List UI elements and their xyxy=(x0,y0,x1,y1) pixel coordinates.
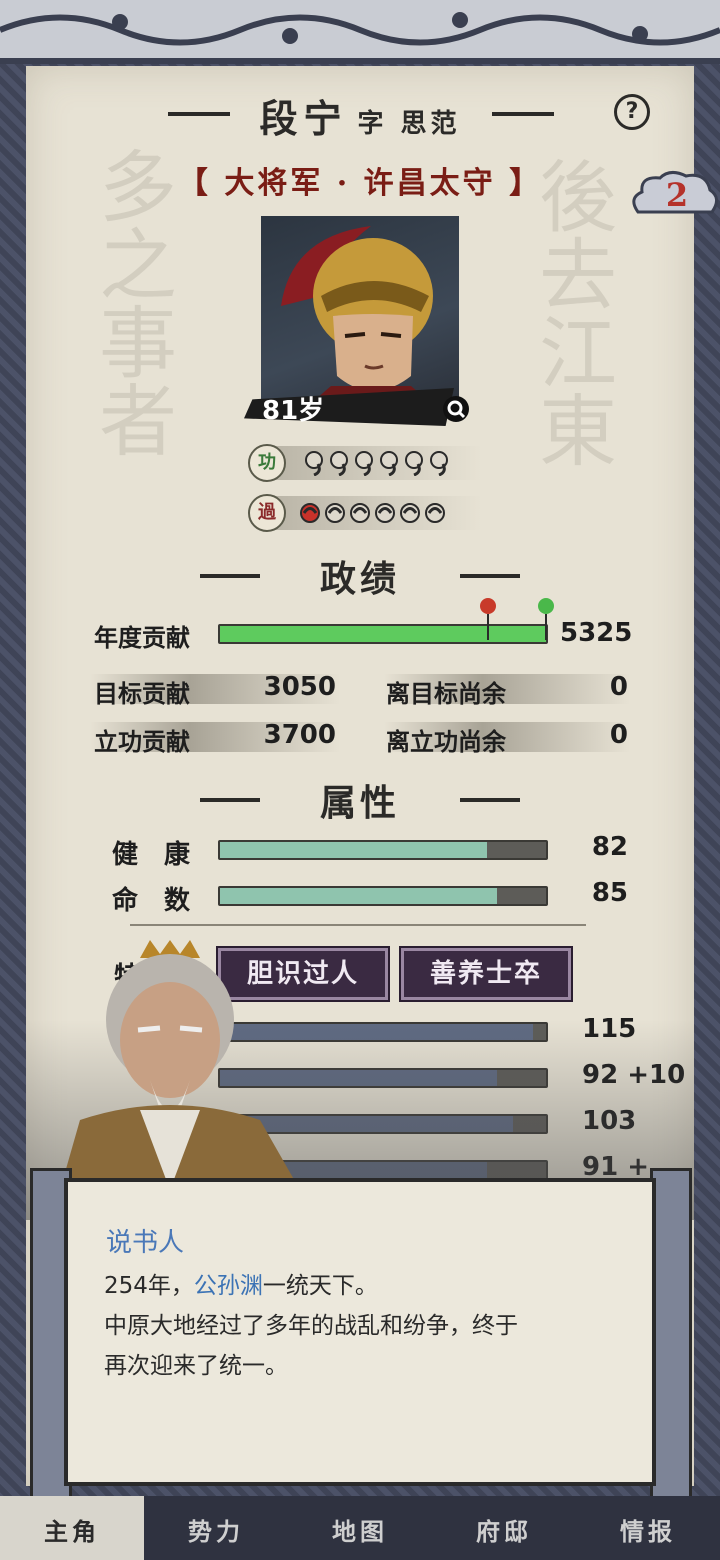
merit-contribution-label: 立功贡献 xyxy=(94,728,190,756)
merit-remaining-label: 离立功尚余 xyxy=(386,728,506,756)
governance-title: 政绩 xyxy=(319,558,400,600)
age-label: 81岁 xyxy=(262,396,325,426)
top-ornament-band xyxy=(0,0,720,64)
fate-bar xyxy=(218,886,548,906)
target-contribution-value: 3050 xyxy=(263,672,336,702)
merit-token-icon xyxy=(430,451,448,476)
story-year: 254年， xyxy=(104,1273,194,1299)
health-label: 健 康 xyxy=(112,840,191,870)
story-ruler-name[interactable]: 公孙渊 xyxy=(194,1273,263,1299)
nav-mansion[interactable]: 府邸 xyxy=(432,1512,576,1547)
health-value: 82 xyxy=(591,832,628,862)
fate-fill xyxy=(220,888,498,904)
fault-token-icon xyxy=(375,503,395,523)
fault-token-icon xyxy=(425,503,445,523)
nav-faction[interactable]: 势力 xyxy=(144,1512,288,1547)
target-remaining-value: 0 xyxy=(609,672,628,702)
general-portrait[interactable] xyxy=(261,216,459,412)
merit-marker-icon xyxy=(538,598,554,640)
story-line-2: 中原大地经过了多年的战乱和纷争，终于 xyxy=(104,1313,518,1339)
fault-row-bg xyxy=(262,496,482,530)
floral-pattern-icon xyxy=(0,12,720,46)
annual-contribution-label: 年度贡献 xyxy=(94,624,190,652)
dialog-text: 254年，公孙渊一统天下。 中原大地经过了多年的战乱和纷争，终于 再次迎来了统一… xyxy=(104,1266,518,1386)
character-name: 段宁 xyxy=(259,96,348,141)
scroll-rod-right xyxy=(650,1168,692,1504)
merit-token-icon xyxy=(305,451,323,476)
dialog-speaker: 说书人 xyxy=(106,1228,185,1258)
divider xyxy=(130,924,586,926)
nav-intel[interactable]: 情报 xyxy=(576,1512,720,1547)
trait-button-2[interactable]: 善养士卒 xyxy=(401,948,571,1000)
nav-map[interactable]: 地图 xyxy=(288,1512,432,1547)
fate-label: 命 数 xyxy=(112,886,191,916)
courtesy-name: 字 思范 xyxy=(357,109,461,139)
merit-remaining-value: 0 xyxy=(609,720,628,750)
health-bar xyxy=(218,840,548,860)
attributes-title: 属性 xyxy=(319,782,400,824)
target-remaining-label: 离目标尚余 xyxy=(386,680,506,708)
health-fill xyxy=(220,842,488,858)
general-helmet-icon xyxy=(281,226,441,412)
merit-contribution-value: 3700 xyxy=(263,720,336,750)
target-contribution-label: 目标贡献 xyxy=(94,680,190,708)
merit-token-icon xyxy=(355,451,373,476)
merit-token-icon xyxy=(330,451,348,476)
fault-icon: 過 xyxy=(248,494,286,532)
merit-token-icon xyxy=(380,451,398,476)
merit-icon: 功 xyxy=(248,444,286,482)
story-unify: 一统天下。 xyxy=(262,1273,378,1299)
nav-protagonist[interactable]: 主角 xyxy=(0,1512,144,1547)
merit-token-icon xyxy=(405,451,423,476)
fault-token-icon xyxy=(400,503,420,523)
fault-token-icon xyxy=(350,503,370,523)
badge-count: 2 xyxy=(665,176,689,214)
fault-token-filled-icon xyxy=(300,503,320,523)
rank-title: 【 大将军 · 许昌太守 】 xyxy=(177,166,543,201)
narrator-portrait-icon xyxy=(60,940,300,1190)
character-title: 段宁字 思范 xyxy=(0,88,720,143)
help-button[interactable]: ? xyxy=(614,94,650,130)
fault-token-icon xyxy=(325,503,345,523)
story-line-3: 再次迎来了统一。 xyxy=(104,1353,288,1379)
target-marker-icon xyxy=(480,598,496,640)
fate-value: 85 xyxy=(591,878,628,908)
annual-contribution-value: 5325 xyxy=(560,618,633,648)
background-calligraphy: 後去江東 xyxy=(526,156,616,468)
magnify-icon[interactable] xyxy=(443,396,469,422)
